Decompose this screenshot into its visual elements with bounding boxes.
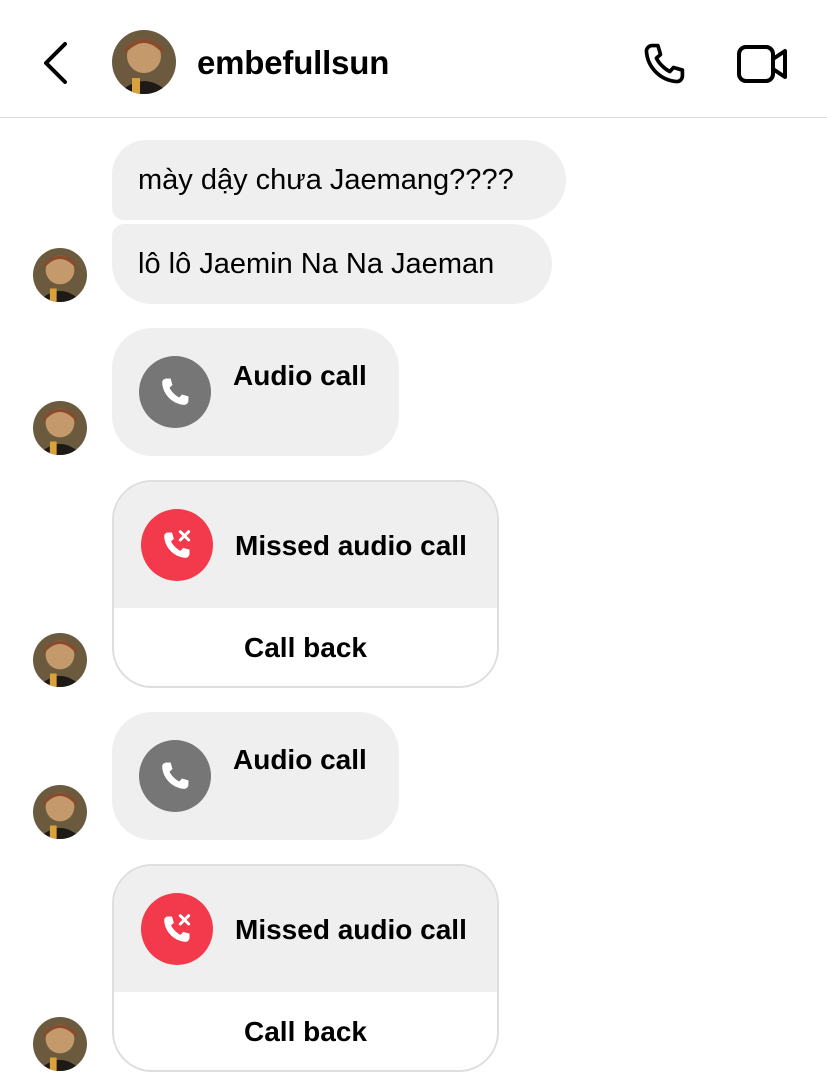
sender-avatar[interactable] bbox=[33, 633, 87, 687]
back-button[interactable] bbox=[38, 38, 74, 88]
call-back-button[interactable]: Call back bbox=[114, 608, 497, 686]
missed-call-icon bbox=[164, 914, 191, 942]
sender-avatar[interactable] bbox=[33, 401, 87, 455]
call-icon-circle bbox=[139, 356, 211, 428]
chevron-left-icon bbox=[44, 42, 67, 84]
call-title: Audio call bbox=[233, 744, 367, 775]
call-back-button[interactable]: Call back bbox=[114, 992, 497, 1070]
chat-header: embefullsun bbox=[0, 0, 827, 118]
sender-avatar[interactable] bbox=[33, 248, 87, 302]
video-camera-icon bbox=[737, 45, 787, 83]
sender-avatar[interactable] bbox=[33, 1017, 87, 1071]
call-icon-circle bbox=[139, 740, 211, 812]
missed-call-header: Missed audio call bbox=[114, 866, 497, 992]
phone-icon bbox=[162, 378, 189, 405]
call-title: Audio call bbox=[233, 360, 367, 391]
missed-call-card: Missed audio call Call back bbox=[112, 480, 499, 688]
message-text: lô lô Jaemin Na Na Jaeman bbox=[138, 247, 495, 280]
avatar[interactable] bbox=[112, 30, 176, 94]
audio-call-button[interactable] bbox=[638, 38, 690, 90]
missed-call-icon bbox=[164, 530, 191, 558]
message-text: mày dậy chưa Jaemang???? bbox=[138, 163, 514, 196]
chat-username[interactable]: embefullsun bbox=[197, 44, 389, 82]
phone-icon bbox=[162, 762, 189, 789]
audio-call-card[interactable]: Audio call bbox=[112, 712, 399, 840]
message-bubble[interactable]: mày dậy chưa Jaemang???? bbox=[112, 140, 566, 220]
missed-call-icon-circle bbox=[141, 893, 213, 965]
sender-avatar[interactable] bbox=[33, 785, 87, 839]
audio-call-card[interactable]: Audio call bbox=[112, 328, 399, 456]
message-bubble[interactable]: lô lô Jaemin Na Na Jaeman bbox=[112, 224, 552, 304]
missed-call-header: Missed audio call bbox=[114, 482, 497, 608]
missed-call-icon-circle bbox=[141, 509, 213, 581]
missed-call-card: Missed audio call Call back bbox=[112, 864, 499, 1072]
phone-icon bbox=[644, 43, 685, 84]
call-title: Missed audio call bbox=[235, 530, 467, 561]
video-call-button[interactable] bbox=[736, 40, 790, 88]
call-title: Missed audio call bbox=[235, 914, 467, 945]
